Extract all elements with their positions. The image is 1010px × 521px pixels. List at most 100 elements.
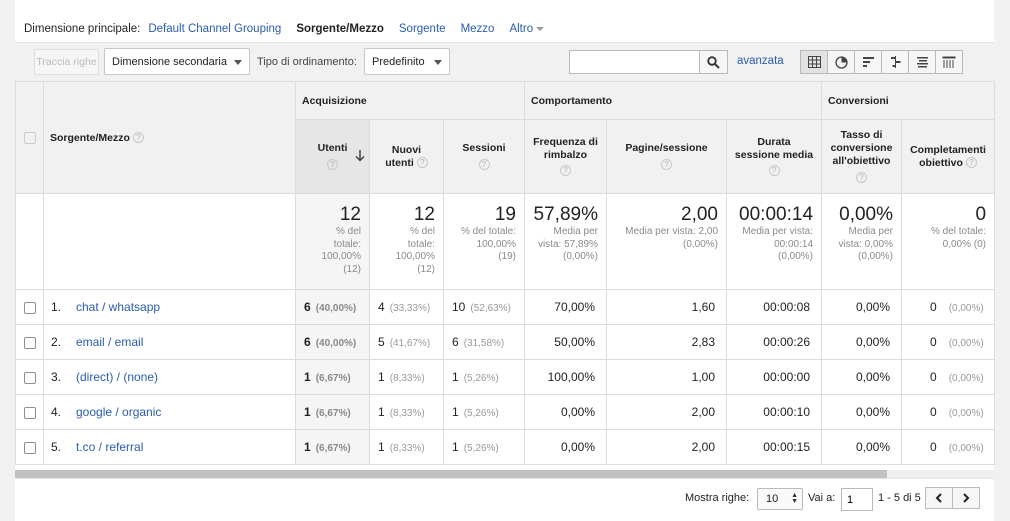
row-new-users: 5 (41,67%) <box>369 324 444 360</box>
row-checkbox-cell <box>15 394 44 430</box>
goto-page-input[interactable] <box>841 488 873 511</box>
row-users: 6 (40,00%) <box>295 324 370 360</box>
sort-type-dropdown[interactable]: Predefinito <box>364 48 450 75</box>
pie-view-button[interactable] <box>827 50 855 74</box>
table-view-button[interactable] <box>800 50 828 74</box>
pivot-view-icon <box>942 56 956 68</box>
row-dimension-link[interactable]: google / organic <box>76 405 161 419</box>
row-checkbox[interactable] <box>23 406 36 419</box>
row-avg-session-duration: 00:00:10 <box>725 394 823 430</box>
row-dimension-link[interactable]: (direct) / (none) <box>76 370 158 384</box>
previous-page-button[interactable] <box>925 487 953 509</box>
column-header-pages-per-session[interactable]: Pagine/sessione ? <box>606 119 727 194</box>
column-header-goal-completions[interactable]: Completamenti obiettivo? <box>901 119 996 194</box>
right-rail <box>994 0 1010 521</box>
plot-rows-button[interactable]: Traccia righe <box>34 49 99 75</box>
row-avg-session-duration: 00:00:00 <box>725 359 823 395</box>
row-checkbox-cell <box>15 429 44 465</box>
row-checkbox[interactable] <box>23 301 36 314</box>
total-goal-completions: 0 % del totale: 0,00% (0) <box>901 193 996 290</box>
row-pages-per-session: 1,00 <box>606 359 727 395</box>
column-header-avg-session-duration[interactable]: Durata sessione media ? <box>725 119 823 194</box>
row-checkbox[interactable] <box>23 371 36 384</box>
primary-dimension-label: Dimensione principale: <box>24 23 141 35</box>
horizontal-scrollbar-thumb[interactable] <box>15 470 887 478</box>
row-goal-conversion-rate: 0,00% <box>821 289 903 325</box>
performance-view-button[interactable] <box>854 50 882 74</box>
dimension-medium-link[interactable]: Mezzo <box>461 23 495 35</box>
dimension-source-link[interactable]: Sorgente <box>399 23 446 35</box>
row-goal-completions: 0 (0,00%) <box>901 289 996 325</box>
dimension-default-channel-link[interactable]: Default Channel Grouping <box>148 23 281 35</box>
row-checkbox[interactable] <box>23 441 36 454</box>
column-header-goal-conversion-rate[interactable]: Tasso di conversione all'obiettivo ? <box>821 119 903 194</box>
help-icon[interactable]: ? <box>768 165 780 177</box>
column-header-sessions[interactable]: Sessioni ? <box>443 119 525 194</box>
goto-label: Vai a: <box>808 492 836 504</box>
row-dimension-link[interactable]: t.co / referral <box>76 440 143 454</box>
column-header-bounce-rate[interactable]: Frequenza di rimbalzo ? <box>524 119 607 194</box>
secondary-dimension-dropdown[interactable]: Dimensione secondaria <box>104 48 250 75</box>
help-icon[interactable]: ? <box>132 132 144 144</box>
term-cloud-view-button[interactable] <box>908 50 936 74</box>
show-rows-label: Mostra righe: <box>685 492 750 504</box>
table-body: 1. chat / whatsapp 6 (40,00%) 4 (33,33%) 10 (52… <box>15 289 996 465</box>
help-icon[interactable]: ? <box>661 158 672 170</box>
row-dimension-link[interactable]: email / email <box>76 335 143 349</box>
help-icon[interactable]: ? <box>416 157 428 169</box>
totals-empty <box>43 193 296 290</box>
search-button[interactable] <box>700 50 728 74</box>
row-goal-completions: 0 (0,00%) <box>901 429 996 465</box>
sort-descending-icon <box>355 150 365 162</box>
comparison-view-icon <box>890 56 900 68</box>
row-pages-per-session: 1,60 <box>606 289 727 325</box>
row-index: 5. <box>51 440 62 454</box>
row-bounce-rate: 50,00% <box>524 324 607 360</box>
column-header-users[interactable]: Utenti ? <box>295 119 370 194</box>
row-dimension-cell: 4. google / organic <box>43 394 296 430</box>
advanced-filter-link[interactable]: avanzata <box>737 55 784 67</box>
row-goal-completions: 0 (0,00%) <box>901 359 996 395</box>
table-row: 3. (direct) / (none) 1 (6,67%) 1 (8,33%) 1 (5,2… <box>15 359 996 395</box>
row-users: 6 (40,00%) <box>295 289 370 325</box>
show-rows-select[interactable]: 10 ▲ ▼ <box>757 488 803 510</box>
table-search-input[interactable] <box>569 50 700 74</box>
help-icon[interactable]: ? <box>560 165 571 177</box>
row-goal-completions: 0 (0,00%) <box>901 324 996 360</box>
row-sessions: 6 (31,58%) <box>443 324 525 360</box>
help-icon[interactable]: ? <box>478 158 490 170</box>
row-avg-session-duration: 00:00:08 <box>725 289 823 325</box>
dimension-other-dropdown[interactable]: Altro <box>509 23 545 35</box>
dimension-source-medium-selected: Sorgente/Mezzo <box>296 23 384 35</box>
row-bounce-rate: 70,00% <box>524 289 607 325</box>
table-row: 2. email / email 6 (40,00%) 5 (41,67%) 6 (31,58… <box>15 324 996 360</box>
total-goal-conversion-rate: 0,00% Media per vista: 0,00% (0,00%) <box>821 193 903 290</box>
sort-type-label: Tipo di ordinamento: <box>257 56 357 68</box>
row-index: 4. <box>51 405 62 419</box>
dimension-column-header[interactable]: Sorgente/Mezzo? <box>43 81 296 194</box>
row-new-users: 1 (8,33%) <box>369 429 444 465</box>
row-pages-per-session: 2,00 <box>606 429 727 465</box>
total-bounce-rate: 57,89% Media per vista: 57,89% (0,00%) <box>524 193 607 290</box>
left-rail <box>0 0 15 521</box>
comparison-view-button[interactable] <box>881 50 909 74</box>
next-page-button[interactable] <box>952 487 980 509</box>
show-rows-value: 10 <box>766 493 779 505</box>
secondary-dimension-label: Dimensione secondaria <box>112 55 227 68</box>
column-header-new-users[interactable]: Nuovi utenti? <box>369 119 444 194</box>
pivot-view-button[interactable] <box>935 50 963 74</box>
row-users: 1 (6,67%) <box>295 359 370 395</box>
row-dimension-cell: 5. t.co / referral <box>43 429 296 465</box>
row-dimension-cell: 2. email / email <box>43 324 296 360</box>
row-bounce-rate: 100,00% <box>524 359 607 395</box>
help-icon[interactable]: ? <box>856 171 868 183</box>
table-view-icon <box>807 56 821 68</box>
select-all-checkbox[interactable] <box>23 131 36 144</box>
row-goal-conversion-rate: 0,00% <box>821 324 903 360</box>
help-icon[interactable]: ? <box>965 157 977 169</box>
help-icon[interactable]: ? <box>327 158 338 170</box>
row-checkbox[interactable] <box>23 336 36 349</box>
row-dimension-link[interactable]: chat / whatsapp <box>76 300 160 314</box>
chevron-left-icon <box>935 493 942 503</box>
dimension-other-label: Altro <box>509 23 534 35</box>
